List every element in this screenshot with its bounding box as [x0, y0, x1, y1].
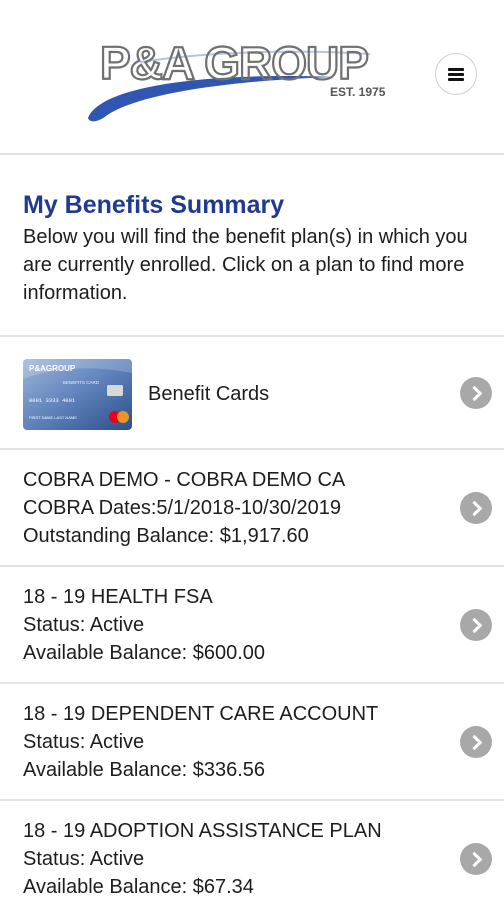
plan-name: 18 - 19 ADOPTION ASSISTANCE PLAN [23, 820, 382, 842]
plan-name: COBRA DEMO - COBRA DEMO CA [23, 469, 346, 491]
card-type: BENEFITS CARD [63, 380, 100, 385]
app-header: P&A GROUP EST. 1975 [0, 0, 504, 155]
plan-row-dependent-care[interactable]: 18 - 19 DEPENDENT CARE ACCOUNT Status: A… [0, 684, 504, 801]
chevron-right-icon [460, 726, 492, 758]
benefits-summary-section: My Benefits Summary Below you will find … [0, 157, 504, 337]
plan-balance: Available Balance: $67.34 [23, 876, 254, 898]
plan-balance: Available Balance: $600.00 [23, 642, 266, 664]
plan-status: Status: Active [23, 848, 145, 870]
plan-status: Status: Active [23, 731, 145, 753]
plan-status: Status: Active [23, 614, 145, 636]
chevron-right-icon [460, 843, 492, 875]
card-number: 0091 3333 4001 [29, 397, 76, 404]
logo-tagline: EST. 1975 [330, 85, 386, 99]
plan-row-health-fsa[interactable]: 18 - 19 HEALTH FSA Status: Active Availa… [0, 567, 504, 684]
hamburger-menu-icon [448, 68, 464, 81]
benefit-card-image: P&AGROUP BENEFITS CARD 0091 3333 4001 FI… [23, 359, 132, 430]
plan-name: 18 - 19 DEPENDENT CARE ACCOUNT [23, 703, 379, 725]
menu-button[interactable] [435, 53, 477, 95]
plan-row-cobra[interactable]: COBRA DEMO - COBRA DEMO CA COBRA Dates:5… [0, 450, 504, 567]
benefit-cards-label: Benefit Cards [148, 383, 270, 405]
benefit-cards-row[interactable]: P&AGROUP BENEFITS CARD 0091 3333 4001 FI… [0, 337, 504, 450]
plan-balance: Available Balance: $336.56 [23, 759, 266, 781]
chevron-right-icon [460, 377, 492, 409]
card-holder: FIRST NAME LAST NAME [29, 415, 77, 420]
plan-balance: Outstanding Balance: $1,917.60 [23, 525, 309, 547]
pa-group-logo: P&A GROUP EST. 1975 [80, 32, 430, 132]
chevron-right-icon [460, 609, 492, 641]
plan-name: 18 - 19 HEALTH FSA [23, 586, 213, 608]
page-description: Below you will find the benefit plan(s) … [23, 226, 468, 304]
card-brand: P&AGROUP [29, 364, 76, 373]
logo-wordmark: P&A GROUP [100, 37, 368, 89]
plan-detail: COBRA Dates:5/1/2018-10/30/2019 [23, 497, 341, 519]
plan-row-adoption-assistance[interactable]: 18 - 19 ADOPTION ASSISTANCE PLAN Status:… [0, 801, 504, 900]
chevron-right-icon [460, 492, 492, 524]
benefits-list: P&AGROUP BENEFITS CARD 0091 3333 4001 FI… [0, 337, 504, 900]
page-title: My Benefits Summary [23, 191, 285, 219]
